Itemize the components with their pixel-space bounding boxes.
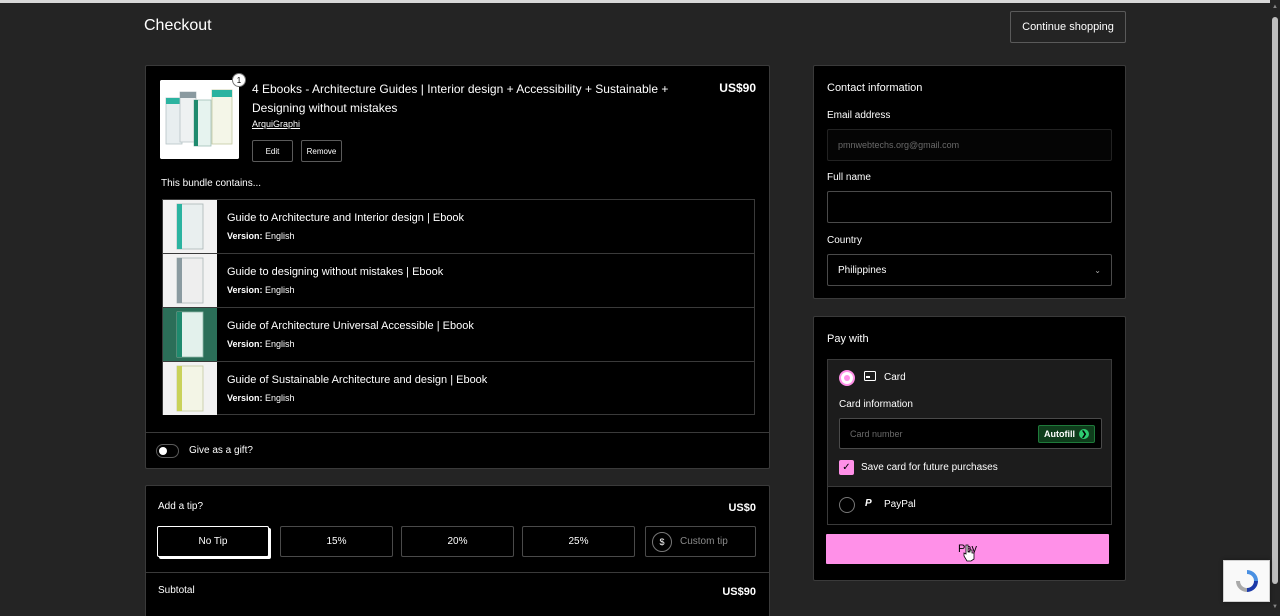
page-title: Checkout xyxy=(144,17,212,34)
custom-tip-input[interactable]: $ Custom tip xyxy=(645,526,756,557)
scroll-up-icon[interactable]: ▲ xyxy=(1272,4,1278,10)
bundle-item-name: Guide to Architecture and Interior desig… xyxy=(227,212,465,224)
card-radio[interactable] xyxy=(839,370,855,386)
custom-tip-placeholder: Custom tip xyxy=(680,536,728,547)
bundle-label: This bundle contains... xyxy=(161,178,262,189)
quantity-badge: 1 xyxy=(232,73,246,87)
gift-toggle[interactable] xyxy=(156,444,179,458)
bundle-item: Guide of Sustainable Architecture and de… xyxy=(163,362,754,416)
paypal-label: PayPal xyxy=(884,499,916,510)
save-card-label: Save card for future purchases xyxy=(861,462,998,473)
autofill-label: Autofill xyxy=(1044,429,1075,439)
pay-with-heading: Pay with xyxy=(827,333,869,345)
bundle-item-thumbnail xyxy=(163,200,217,253)
scrollbar-thumb[interactable] xyxy=(1272,17,1278,584)
full-name-field[interactable] xyxy=(827,191,1112,223)
full-name-label: Full name xyxy=(827,172,871,183)
continue-shopping-button[interactable]: Continue shopping xyxy=(1010,11,1126,43)
hand-cursor-icon xyxy=(963,544,975,562)
tip-label: Add a tip? xyxy=(158,501,204,512)
paypal-icon: P xyxy=(865,498,872,509)
autofill-button[interactable]: Autofill ❯ xyxy=(1038,425,1095,443)
bundle-item-version: Version: English xyxy=(227,393,295,403)
subtotal-label: Subtotal xyxy=(158,585,195,596)
arrow-right-circle-icon: ❯ xyxy=(1079,429,1089,439)
edit-button[interactable]: Edit xyxy=(252,140,293,162)
bundle-item-version: Version: English xyxy=(227,285,295,295)
card-method: Card Card information Autofill ❯ ✓ Save … xyxy=(828,360,1111,487)
payment-methods: Card Card information Autofill ❯ ✓ Save … xyxy=(827,359,1112,525)
contact-heading: Contact information xyxy=(827,82,923,94)
bundle-item-version: Version: English xyxy=(227,231,295,241)
chevron-down-icon: ⌄ xyxy=(1094,265,1101,275)
bundle-item-thumbnail xyxy=(163,254,217,307)
country-select[interactable]: Philippines ⌄ xyxy=(827,254,1112,286)
browser-top-edge xyxy=(0,0,1280,3)
product-price: US$90 xyxy=(719,81,756,95)
product-title: 4 Ebooks - Architecture Guides | Interio… xyxy=(252,82,669,115)
bundle-item-name: Guide of Architecture Universal Accessib… xyxy=(227,320,474,332)
subtotal-row: Subtotal US$90 xyxy=(146,572,769,612)
paypal-method[interactable]: P PayPal xyxy=(828,487,1111,524)
save-card-checkbox[interactable]: ✓ xyxy=(839,460,854,475)
card-information-label: Card information xyxy=(839,399,913,410)
card-input-container: Autofill ❯ xyxy=(839,418,1102,449)
bundle-item-thumbnail xyxy=(163,308,217,361)
contact-panel: Contact information Email address Full n… xyxy=(813,65,1126,299)
country-label: Country xyxy=(827,235,863,246)
tip-option-15[interactable]: 15% xyxy=(280,526,393,557)
bundle-item-thumbnail xyxy=(163,362,217,415)
payment-panel: Pay with Card Card information Autofill … xyxy=(813,316,1126,581)
bundle-item-version: Version: English xyxy=(227,339,295,349)
gift-row: Give as a gift? xyxy=(146,432,769,469)
card-icon xyxy=(864,371,876,384)
order-panel: 1 4 Ebooks - Architecture Guides | Inter… xyxy=(145,65,770,469)
scroll-down-icon[interactable]: ▼ xyxy=(1272,604,1278,610)
remove-button[interactable]: Remove xyxy=(301,140,342,162)
card-label: Card xyxy=(884,372,906,383)
scrollbar[interactable]: ▲ ▼ xyxy=(1270,0,1280,616)
gift-label: Give as a gift? xyxy=(189,445,253,456)
email-field[interactable] xyxy=(827,129,1112,161)
card-number-input[interactable] xyxy=(840,419,1030,448)
recaptcha-icon[interactable] xyxy=(1223,560,1270,602)
bundle-item-name: Guide to designing without mistakes | Eb… xyxy=(227,266,444,278)
bundle-item: Guide of Architecture Universal Accessib… xyxy=(163,308,754,362)
tip-option-20[interactable]: 20% xyxy=(401,526,514,557)
subtotal-value: US$90 xyxy=(722,586,756,598)
toggle-knob xyxy=(159,447,167,455)
tip-panel: Add a tip? US$0 No Tip 15% 20% 25% $ Cus… xyxy=(145,485,770,616)
tip-amount: US$0 xyxy=(728,502,756,514)
email-label: Email address xyxy=(827,110,891,121)
tip-option-no-tip[interactable]: No Tip xyxy=(157,526,269,557)
tip-option-25[interactable]: 25% xyxy=(522,526,635,557)
bundle-item: Guide to designing without mistakes | Eb… xyxy=(163,254,754,308)
bundle-item: Guide to Architecture and Interior desig… xyxy=(163,200,754,254)
seller-link[interactable]: ArquiGraphi xyxy=(252,119,300,129)
bundle-item-name: Guide of Sustainable Architecture and de… xyxy=(227,374,488,386)
paypal-radio[interactable] xyxy=(839,497,855,513)
country-value: Philippines xyxy=(838,264,887,276)
bundle-list: Guide to Architecture and Interior desig… xyxy=(162,199,755,415)
dollar-icon: $ xyxy=(652,531,672,552)
product-thumbnail[interactable] xyxy=(160,80,239,159)
